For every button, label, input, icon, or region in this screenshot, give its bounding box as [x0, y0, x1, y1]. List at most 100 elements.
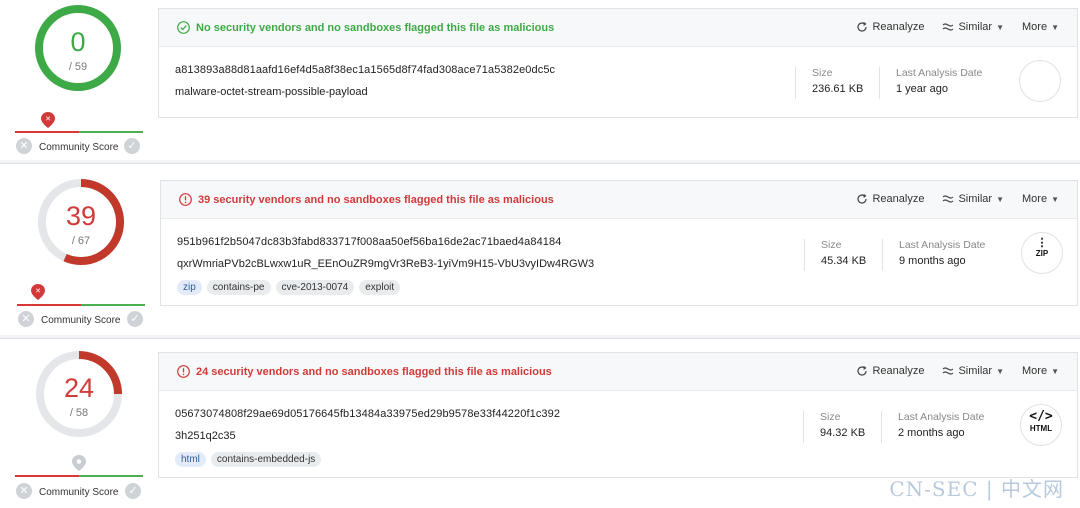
downvote-icon[interactable]: ✕	[18, 311, 34, 327]
community-score-label: Community Score	[39, 142, 119, 153]
last-analysis-value: 2 months ago	[898, 427, 965, 439]
card-header: 24 security vendors and no sandboxes fla…	[159, 353, 1077, 391]
file-name: 3h251q2c35	[175, 430, 236, 442]
card-actions: Reanalyze Similar ▼ More ▼	[838, 193, 1059, 205]
last-analysis-value: 9 months ago	[899, 255, 966, 267]
blank-icon	[1019, 60, 1061, 102]
size-label: Size	[812, 67, 833, 79]
svg-text:✕: ✕	[35, 287, 41, 295]
watermark: CN-SEC | 中文网	[889, 477, 1064, 501]
community-score-label: Community Score	[39, 487, 119, 498]
divider	[803, 411, 804, 443]
reanalyze-button[interactable]: Reanalyze	[856, 365, 924, 377]
reanalyze-label: Reanalyze	[872, 193, 925, 205]
community-pin-icon: ✕	[41, 112, 55, 128]
file-hash-link[interactable]: a813893a88d81aafd16ef4d5a8f38ec1a1565d8f…	[175, 64, 555, 76]
reanalyze-button[interactable]: Reanalyze	[856, 193, 924, 205]
more-dropdown[interactable]: More ▼	[1022, 193, 1059, 205]
detection-score: 0 / 59 ✕ ✕ Community Score ✓	[0, 0, 158, 160]
verdict-text: No security vendors and no sandboxes fla…	[196, 21, 555, 34]
file-card: 24 security vendors and no sandboxes fla…	[158, 352, 1078, 478]
score-gauge: 39 / 67	[36, 177, 126, 267]
size-value: 236.61 KB	[812, 83, 864, 95]
file-card: 39 security vendors and no sandboxes fla…	[160, 180, 1078, 306]
community-pin-icon: ✕	[31, 284, 45, 300]
score-value: 39	[65, 201, 97, 231]
chevron-down-icon: ▼	[1051, 22, 1059, 32]
chevron-down-icon: ▼	[996, 366, 1005, 376]
similar-icon	[943, 195, 954, 203]
chevron-down-icon: ▼	[1051, 194, 1059, 204]
tag-list: html contains-embedded-js	[175, 452, 326, 467]
score-value: 24	[63, 373, 95, 403]
more-dropdown[interactable]: More ▼	[1022, 21, 1059, 33]
similar-dropdown[interactable]: Similar ▼	[942, 193, 1004, 205]
community-score-label: Community Score	[41, 315, 121, 326]
zip-file-icon: ⋮ ZIP	[1021, 232, 1063, 274]
file-name: malware-octet-stream-possible-payload	[175, 86, 368, 98]
refresh-icon	[857, 22, 868, 32]
chevron-down-icon: ▼	[996, 22, 1005, 32]
score-total: / 58	[69, 407, 89, 419]
tag[interactable]: cve-2013-0074	[275, 280, 355, 295]
verdict-banner: No security vendors and no sandboxes fla…	[177, 21, 554, 34]
similar-icon	[943, 367, 954, 375]
similar-icon	[943, 23, 954, 31]
score-gauge: 24 / 58	[34, 349, 124, 439]
file-card: No security vendors and no sandboxes fla…	[158, 8, 1078, 118]
community-score-bar	[15, 475, 143, 477]
upvote-icon[interactable]: ✓	[124, 138, 140, 154]
similar-dropdown[interactable]: Similar ▼	[942, 21, 1004, 33]
tag[interactable]: exploit	[359, 280, 401, 295]
verdict-banner: 24 security vendors and no sandboxes fla…	[177, 365, 552, 378]
downvote-icon[interactable]: ✕	[16, 483, 32, 499]
divider	[881, 411, 882, 443]
refresh-icon	[857, 194, 868, 204]
divider	[882, 239, 883, 271]
tag[interactable]: zip	[177, 280, 202, 295]
result-panel: 0 / 59 ✕ ✕ Community Score ✓ No security…	[0, 0, 1080, 160]
last-analysis-label: Last Analysis Date	[899, 239, 986, 251]
score-value: 0	[70, 27, 86, 57]
tag[interactable]: html	[175, 452, 206, 467]
similar-label: Similar	[958, 365, 993, 377]
size-value: 45.34 KB	[821, 255, 867, 267]
html-file-icon: </> HTML	[1020, 404, 1062, 446]
size-label: Size	[820, 411, 841, 423]
size-value: 94.32 KB	[820, 427, 866, 439]
community-score-bar	[17, 304, 145, 306]
tag[interactable]: contains-embedded-js	[210, 452, 322, 467]
reanalyze-button[interactable]: Reanalyze	[856, 21, 924, 33]
tag[interactable]: contains-pe	[206, 280, 271, 295]
verdict-text: 39 security vendors and no sandboxes fla…	[198, 193, 554, 206]
score-total: / 67	[71, 235, 91, 247]
result-panel: 39 / 67 ✕ ✕ Community Score ✓ 39 securit…	[0, 163, 1080, 335]
divider	[879, 67, 880, 99]
chevron-down-icon: ▼	[1051, 366, 1059, 376]
score-gauge: 0 / 59	[33, 3, 123, 93]
file-type-label: HTML	[1029, 424, 1053, 433]
detection-score: 24 / 58 ✕ Community Score ✓	[0, 339, 158, 508]
chevron-down-icon: ▼	[996, 194, 1005, 204]
card-header: 39 security vendors and no sandboxes fla…	[161, 181, 1077, 219]
upvote-icon[interactable]: ✓	[125, 483, 141, 499]
svg-text:✕: ✕	[45, 115, 51, 123]
community-score-bar	[15, 131, 143, 133]
alert-circle-icon	[179, 193, 192, 206]
community-pin-icon	[72, 455, 86, 471]
card-actions: Reanalyze Similar ▼ More ▼	[838, 21, 1059, 33]
reanalyze-label: Reanalyze	[872, 21, 925, 33]
verdict-banner: 39 security vendors and no sandboxes fla…	[179, 193, 554, 206]
upvote-icon[interactable]: ✓	[127, 311, 143, 327]
more-dropdown[interactable]: More ▼	[1022, 365, 1059, 377]
similar-dropdown[interactable]: Similar ▼	[942, 365, 1004, 377]
more-label: More	[1022, 21, 1048, 33]
similar-label: Similar	[958, 21, 993, 33]
file-name: qxrWmriaPVb2cBLwxw1uR_EEnOuZR9mgVr3ReB3-…	[177, 258, 595, 270]
downvote-icon[interactable]: ✕	[16, 138, 32, 154]
card-actions: Reanalyze Similar ▼ More ▼	[838, 365, 1059, 377]
detection-score: 39 / 67 ✕ ✕ Community Score ✓	[0, 164, 158, 335]
file-hash-link[interactable]: 05673074808f29ae69d05176645fb13484a33975…	[175, 408, 560, 420]
score-total: / 59	[68, 61, 88, 73]
file-hash-link[interactable]: 951b961f2b5047dc83b3fabd833717f008aa50ef…	[177, 236, 561, 248]
